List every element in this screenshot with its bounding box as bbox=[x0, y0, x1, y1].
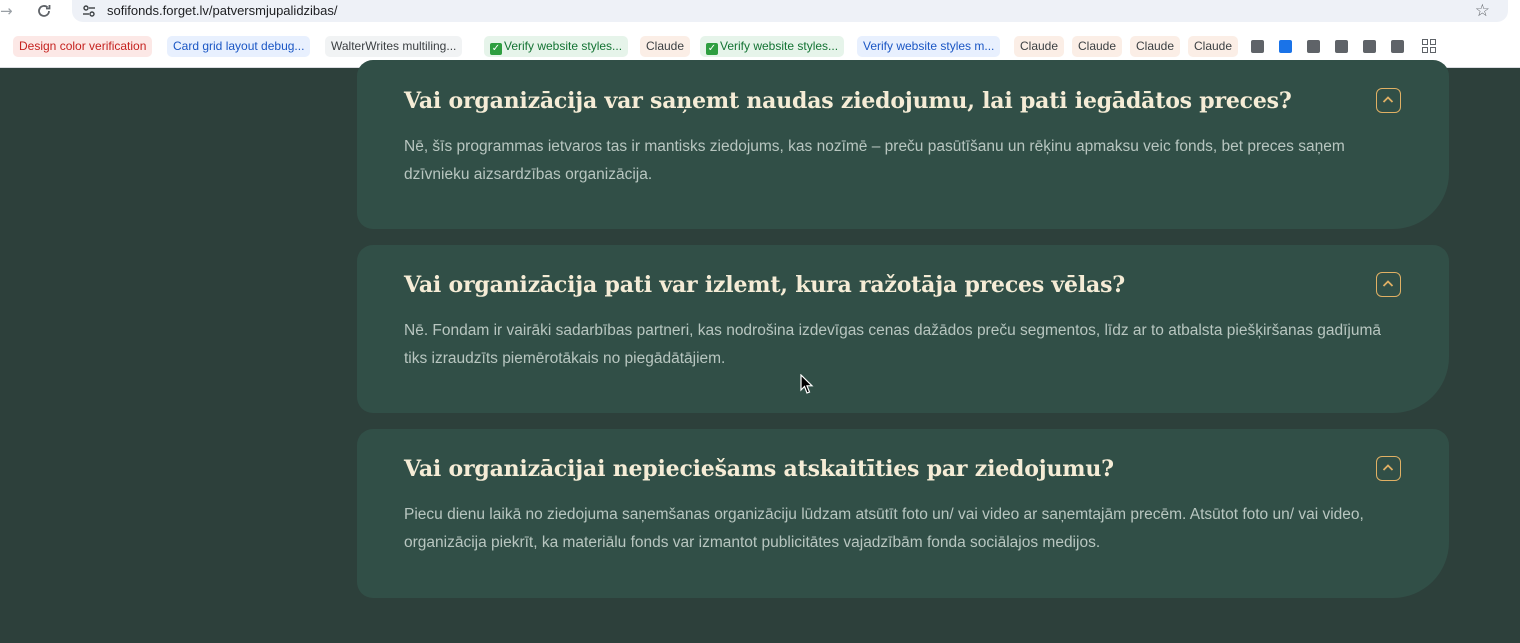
url-text[interactable]: sofifonds.forget.lv/patversmjupalidzibas… bbox=[107, 3, 338, 19]
bookmark-item[interactable]: ✓ Verify website styles... bbox=[484, 36, 629, 57]
all-bookmarks-icon[interactable] bbox=[1422, 39, 1437, 54]
bookmark-label: Verify website styles... bbox=[504, 39, 623, 53]
bookmark-item[interactable]: Claude bbox=[640, 36, 691, 57]
bookmark-item[interactable]: Card grid layout debug... bbox=[167, 36, 311, 57]
forward-icon[interactable]: → bbox=[0, 1, 16, 21]
site-settings-icon[interactable] bbox=[81, 3, 97, 19]
bookmark-item[interactable]: Design color verification bbox=[13, 36, 153, 57]
faq-question[interactable]: Vai organizācijai nepieciešams atskaitīt… bbox=[404, 454, 1114, 484]
faq-answer: Nē. Fondam ir vairāki sadarbības partner… bbox=[404, 322, 1382, 367]
faq-answer: Piecu dienu laikā no ziedojuma saņemšana… bbox=[404, 506, 1364, 551]
reload-icon[interactable] bbox=[34, 1, 54, 21]
bookmark-item[interactable]: Claude bbox=[1130, 36, 1181, 57]
bookmark-favicon-icon[interactable] bbox=[1335, 40, 1348, 53]
bookmark-favicon-icon[interactable] bbox=[1251, 40, 1264, 53]
omnibox[interactable]: sofifonds.forget.lv/patversmjupalidzibas… bbox=[72, 0, 1508, 22]
faq-question[interactable]: Vai organizācija pati var izlemt, kura r… bbox=[404, 270, 1125, 300]
chevron-up-icon bbox=[1382, 464, 1394, 471]
collapse-toggle-button[interactable] bbox=[1376, 456, 1401, 481]
faq-item[interactable]: Vai organizācija var saņemt naudas ziedo… bbox=[357, 60, 1449, 229]
bookmark-item[interactable]: Claude bbox=[1188, 36, 1239, 57]
bookmarks-bar: Design color verification Card grid layo… bbox=[0, 36, 1520, 58]
chevron-up-icon bbox=[1382, 96, 1394, 103]
faq-item[interactable]: Vai organizācijai nepieciešams atskaitīt… bbox=[357, 429, 1449, 598]
chevron-up-icon bbox=[1382, 280, 1394, 287]
collapse-toggle-button[interactable] bbox=[1376, 272, 1401, 297]
bookmark-star-icon[interactable]: ☆ bbox=[1475, 1, 1490, 21]
browser-chrome: → sofifonds.forget.lv/patversmjupalidzib… bbox=[0, 0, 1520, 68]
bookmark-item[interactable]: WalterWrites multiling... bbox=[325, 36, 463, 57]
faq-item[interactable]: Vai organizācija pati var izlemt, kura r… bbox=[357, 245, 1449, 413]
bookmark-favicon-icon[interactable] bbox=[1363, 40, 1376, 53]
bookmark-favicon-icon[interactable] bbox=[1279, 40, 1292, 53]
checkmark-icon: ✓ bbox=[706, 43, 718, 55]
bookmark-item[interactable]: Verify website styles m... bbox=[857, 36, 1001, 57]
checkmark-icon: ✓ bbox=[490, 43, 502, 55]
address-bar-row: → sofifonds.forget.lv/patversmjupalidzib… bbox=[0, 0, 1520, 24]
mouse-cursor-icon bbox=[800, 374, 814, 394]
bookmark-item[interactable]: ✓ Verify website styles... bbox=[700, 36, 845, 57]
collapse-toggle-button[interactable] bbox=[1376, 88, 1401, 113]
bookmark-favicon-icon[interactable] bbox=[1307, 40, 1320, 53]
bookmark-item[interactable]: Claude bbox=[1072, 36, 1123, 57]
bookmark-favicon-icon[interactable] bbox=[1391, 40, 1404, 53]
faq-question[interactable]: Vai organizācija var saņemt naudas ziedo… bbox=[404, 86, 1292, 116]
bookmark-label: Verify website styles... bbox=[720, 39, 839, 53]
faq-answer: Nē, šīs programmas ietvaros tas ir manti… bbox=[404, 138, 1345, 183]
bookmark-item[interactable]: Claude bbox=[1014, 36, 1065, 57]
